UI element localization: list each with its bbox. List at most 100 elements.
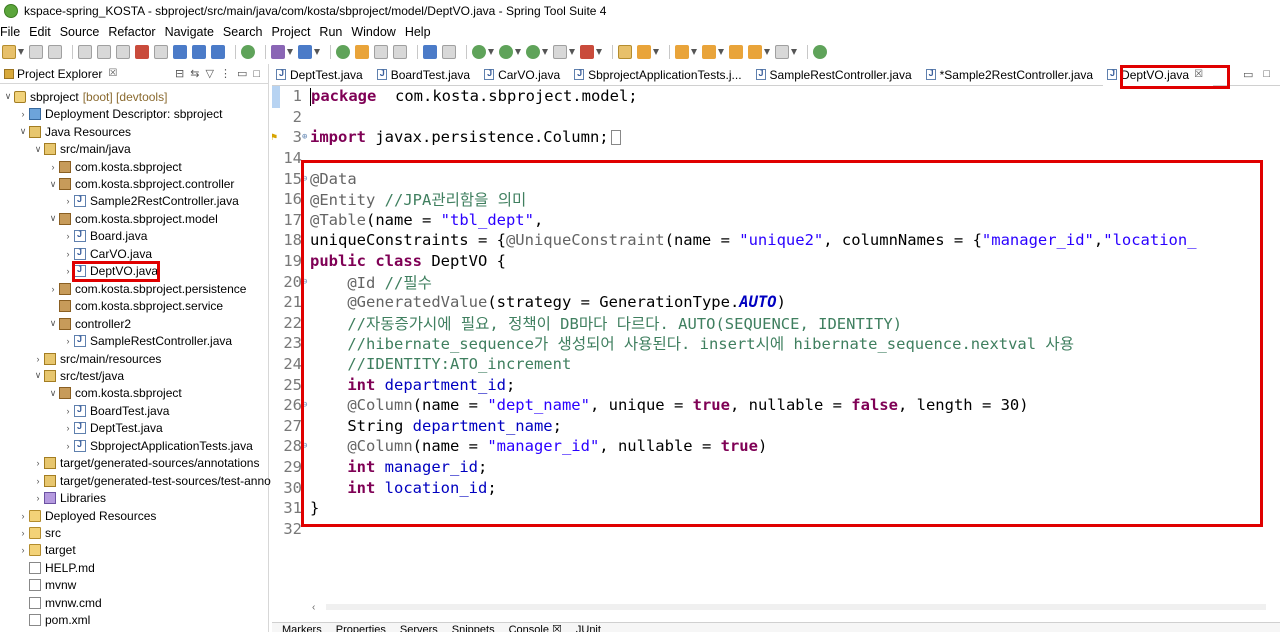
forward-icon[interactable] [775, 45, 789, 59]
step-into-icon[interactable] [173, 45, 187, 59]
code-line[interactable]: 32 [272, 519, 310, 540]
chevron-down-icon[interactable] [542, 49, 548, 55]
chevron-down-icon[interactable] [653, 49, 659, 55]
tree-item[interactable]: pom.xml [17, 612, 90, 630]
collapse-arrow-icon[interactable]: › [32, 354, 44, 364]
tree-item[interactable]: › target/generated-test-sources/test-anno [32, 472, 271, 490]
save-all-icon[interactable] [48, 45, 62, 59]
collapse-arrow-icon[interactable]: › [62, 336, 74, 346]
chevron-down-icon[interactable] [18, 49, 24, 55]
menu-item-help[interactable]: Help [405, 25, 435, 39]
collapse-arrow-icon[interactable]: › [62, 266, 74, 276]
code-line[interactable]: 3 ⊕ ⚑ import javax.persistence.Column; [272, 127, 621, 148]
menu-item-search[interactable]: Search [223, 25, 267, 39]
tree-item[interactable]: › src/main/resources [32, 350, 162, 368]
tree-item[interactable]: › src [17, 524, 62, 542]
collapse-arrow-icon[interactable]: › [62, 423, 74, 433]
show-whitespace-icon[interactable] [393, 45, 407, 59]
step-return-icon[interactable] [211, 45, 225, 59]
code-line[interactable]: 25 int department_id; [272, 374, 515, 395]
globe-icon[interactable] [423, 45, 437, 59]
code-line[interactable]: 1 package com.kosta.sbproject.model; [272, 86, 638, 107]
code-line[interactable]: 18 uniqueConstraints = {@UniqueConstraint… [272, 230, 1196, 251]
tree-item[interactable]: › Deployment Descriptor: sbproject [17, 105, 223, 123]
code-line[interactable]: 2 [272, 107, 310, 128]
code-line[interactable]: 21 @GeneratedValue(strategy = Generation… [272, 292, 786, 313]
menu-item-window[interactable]: Window [351, 25, 399, 39]
chevron-down-icon[interactable] [791, 49, 797, 55]
code-line[interactable]: 30 int location_id; [272, 477, 496, 498]
tree-item[interactable]: › DeptTest.java [62, 420, 163, 438]
tree-item[interactable]: › com.kosta.sbproject [47, 158, 182, 176]
collapse-arrow-icon[interactable]: › [62, 249, 74, 259]
tree-item[interactable]: HELP.md [17, 559, 95, 577]
tree-item[interactable]: ∨ com.kosta.sbproject [47, 385, 182, 403]
code-editor[interactable]: 1 package com.kosta.sbproject.model; 2 3 ⊕ ⚑ i… [272, 86, 1280, 602]
tree-item[interactable]: › com.kosta.sbproject.persistence [47, 280, 247, 298]
collapse-arrow-icon[interactable]: › [17, 545, 29, 555]
fold-toggle-icon[interactable]: ⊖ [302, 400, 310, 410]
external-tools-icon[interactable] [580, 45, 594, 59]
tree-item[interactable]: › SampleRestController.java [62, 332, 233, 350]
coverage-icon[interactable] [526, 45, 540, 59]
collapse-arrow-icon[interactable]: › [62, 406, 74, 416]
tree-item[interactable]: › DeptVO.java [62, 263, 159, 281]
collapse-arrow-icon[interactable]: › [47, 284, 59, 294]
close-icon[interactable]: ☒ [1194, 69, 1203, 80]
pen-icon[interactable] [637, 45, 651, 59]
boot-dashboard-icon[interactable] [241, 45, 255, 59]
chevron-down-icon[interactable] [691, 49, 697, 55]
code-line[interactable]: 15 ⊖ @Data [272, 168, 356, 189]
suspend-icon[interactable] [116, 45, 130, 59]
collapse-arrow-icon[interactable]: › [62, 441, 74, 451]
code-line[interactable]: 29 int manager_id; [272, 457, 487, 478]
collapse-arrow-icon[interactable]: › [62, 231, 74, 241]
editor-tab[interactable]: SampleRestController.java [752, 64, 922, 86]
menu-item-run[interactable]: Run [319, 25, 346, 39]
chevron-down-icon[interactable] [515, 49, 521, 55]
chevron-down-icon[interactable] [764, 49, 770, 55]
back-icon[interactable] [748, 45, 762, 59]
close-icon[interactable]: ☒ [108, 68, 117, 79]
open-type-icon[interactable] [271, 45, 285, 59]
collapse-all-icon[interactable]: ⊟ [175, 67, 184, 80]
editor-tab[interactable]: SbprojectApplicationTests.j... [570, 64, 751, 86]
disconnect-icon[interactable] [154, 45, 168, 59]
fold-toggle-icon[interactable]: ⊖ [302, 277, 310, 287]
menu-item-refactor[interactable]: Refactor [108, 25, 159, 39]
bottom-tab[interactable]: Markers [282, 624, 322, 632]
tree-item[interactable]: mvnw.cmd [17, 594, 102, 612]
link-editor-icon[interactable]: ⇆ [190, 67, 199, 80]
menu-item-file[interactable]: File [0, 25, 24, 39]
tree-item[interactable]: ∨ Java Resources [17, 123, 131, 141]
stop-icon[interactable] [553, 45, 567, 59]
expand-arrow-icon[interactable]: ∨ [17, 126, 29, 137]
tree-item[interactable]: mvnw [17, 577, 76, 595]
tree-item[interactable]: ∨ src/test/java [32, 367, 124, 385]
gear-icon[interactable] [298, 45, 312, 59]
bottom-tab[interactable]: Servers [400, 624, 438, 632]
code-line[interactable]: 24 //IDENTITY:ATO_increment [272, 354, 571, 375]
expand-arrow-icon[interactable]: ∨ [32, 144, 44, 155]
chevron-down-icon[interactable] [596, 49, 602, 55]
expand-arrow-icon[interactable]: ∨ [47, 213, 59, 224]
code-line[interactable]: 28 ⊖ @Column(name = "manager_id", nullabl… [272, 436, 767, 457]
tree-item[interactable]: › CarVO.java [62, 245, 153, 263]
previous-annotation-icon[interactable] [702, 45, 716, 59]
tree-item[interactable]: › SbprojectApplicationTests.java [62, 437, 253, 455]
new-icon[interactable] [2, 45, 16, 59]
minimize-icon[interactable]: ▭ [237, 67, 247, 80]
collapse-arrow-icon[interactable]: › [62, 196, 74, 206]
expand-arrow-icon[interactable]: ∨ [47, 318, 59, 329]
menu-item-navigate[interactable]: Navigate [165, 25, 218, 39]
tree-item[interactable]: › Sample2RestController.java [62, 193, 239, 211]
step-over-icon[interactable] [192, 45, 206, 59]
code-line[interactable]: 31} [272, 498, 319, 519]
maximize-icon[interactable]: □ [1263, 68, 1270, 81]
code-line[interactable]: 14 [272, 148, 310, 169]
horizontal-scrollbar[interactable]: ‹ [312, 600, 1280, 614]
bottom-tab[interactable]: Properties [336, 624, 386, 632]
view-menu-icon[interactable]: ⋮ [220, 67, 231, 80]
code-line[interactable]: 17 @Table(name = "tbl_dept", [272, 210, 543, 231]
tree-item[interactable]: ∨ src/main/java [32, 140, 131, 158]
